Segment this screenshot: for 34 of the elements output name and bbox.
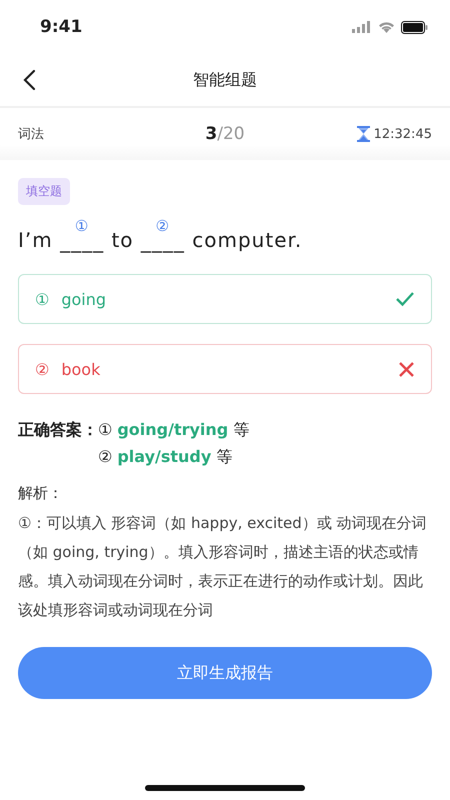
sentence-text: I’m xyxy=(18,228,54,252)
analysis-text: ①：可以填入 形容词（如 happy, excited）或 动词现在分词（如 going, trying）。填入形容词时，描述主语的状态或情感。填入动词现在分词时，表示正在进行的动作或计划。因此该处填形容词或动词现在分词 xyxy=(18,513,428,621)
category-label: 词法 xyxy=(18,126,45,143)
question-type-tag: 填空题 xyxy=(18,178,70,205)
sentence-text: computer. xyxy=(191,228,302,252)
blank-line: ____ xyxy=(140,234,185,252)
correct-answer-label: 正确答案： xyxy=(18,420,98,441)
blank-line: ____ xyxy=(60,234,104,252)
sentence-text: to xyxy=(110,228,135,252)
answer-text: book xyxy=(61,360,102,378)
page-title: 智能组题 xyxy=(193,70,257,90)
wifi-icon xyxy=(378,21,395,33)
cross-icon xyxy=(398,360,415,378)
hourglass-icon xyxy=(356,126,370,142)
correct-answer-text: play/study xyxy=(117,447,212,468)
blank-number: ① xyxy=(74,219,90,234)
answer-suffix: 等 xyxy=(216,447,232,468)
status-time: 9:41 xyxy=(40,17,82,37)
signal-icon xyxy=(352,21,372,33)
answer-suffix: 等 xyxy=(233,420,250,441)
battery-icon xyxy=(401,20,428,34)
answer-number: ② xyxy=(98,447,112,468)
answer-number: ② xyxy=(35,360,50,378)
correct-answer-text: going/trying xyxy=(117,420,228,441)
timer-text: 12:32:45 xyxy=(374,126,432,142)
progress-counter: 3/20 xyxy=(205,124,245,144)
analysis-title: 解析： xyxy=(18,484,64,503)
answer-number: ① xyxy=(98,420,112,441)
back-button[interactable] xyxy=(22,69,36,91)
answer-number: ① xyxy=(35,290,50,308)
answer-text: going xyxy=(61,290,108,308)
blank-number: ② xyxy=(156,219,170,234)
generate-report-button[interactable]: 立即生成报告 xyxy=(18,647,432,699)
check-icon xyxy=(395,291,415,307)
